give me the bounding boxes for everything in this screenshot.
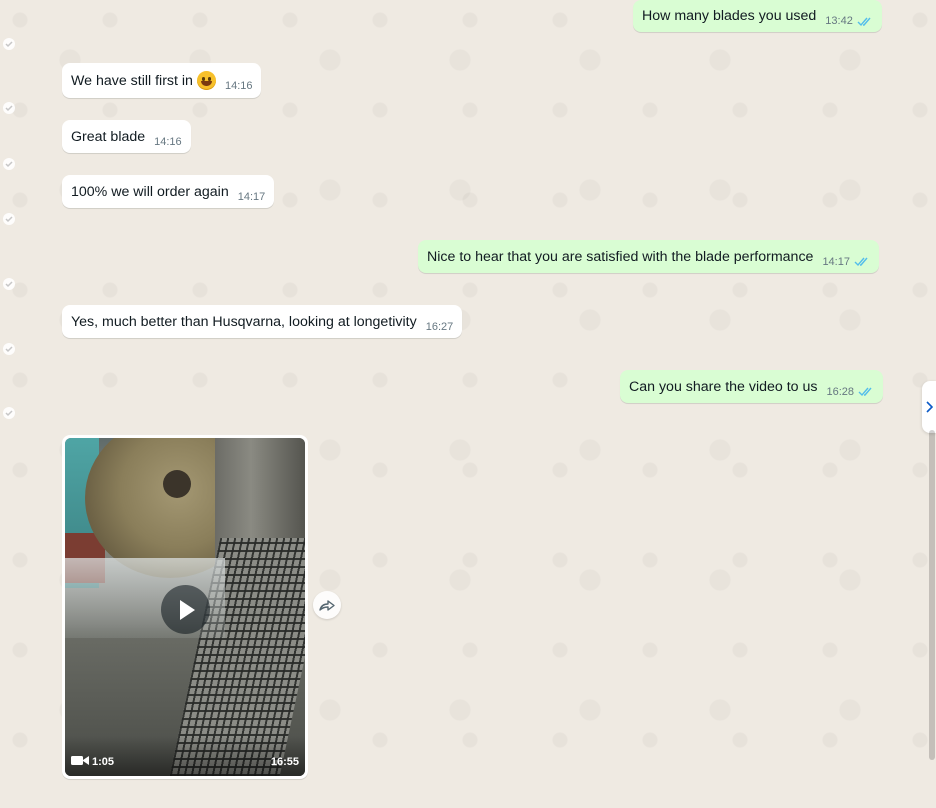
message-text: Can you share the video to us	[629, 378, 818, 395]
message-text: 100% we will order again	[71, 183, 229, 200]
message-time: 14:17	[822, 255, 850, 268]
message-text: Great blade	[71, 128, 146, 145]
video-thumbnail[interactable]: 1:05 16:55	[65, 438, 305, 776]
double-check-read-icon	[858, 387, 872, 397]
video-camera-icon	[71, 756, 89, 765]
double-check-read-icon	[854, 257, 868, 267]
message-bubble-outgoing[interactable]: Nice to hear that you are satisfied with…	[418, 240, 879, 273]
message-time: 14:17	[237, 190, 266, 203]
message-bubble-incoming[interactable]: We have still first in 14:16	[62, 63, 262, 98]
message-bubble-incoming[interactable]: Yes, much better than Husqvarna, looking…	[62, 305, 463, 338]
message-bubble-incoming[interactable]: 100% we will order again 14:17	[62, 175, 275, 208]
message-bubble-outgoing[interactable]: Can you share the video to us 16:28	[620, 370, 884, 403]
message-marker-icon	[3, 38, 15, 50]
side-panel-toggle[interactable]	[922, 381, 936, 433]
forward-icon	[319, 600, 335, 611]
message-marker-icon	[3, 158, 15, 170]
play-icon[interactable]	[161, 585, 210, 634]
message-text: Yes, much better than Husqvarna, looking…	[71, 313, 417, 330]
message-bubble-incoming[interactable]: Great blade 14:16	[62, 120, 191, 153]
message-time: 16:27	[425, 320, 454, 333]
message-marker-icon	[3, 343, 15, 355]
message-bubble-outgoing[interactable]: How many blades you used 13:42	[633, 0, 882, 32]
message-time: 14:16	[224, 79, 253, 92]
message-time: 16:55	[270, 756, 299, 768]
message-time: 13:42	[825, 15, 853, 27]
message-marker-icon	[3, 213, 15, 225]
message-time: 14:16	[154, 135, 182, 148]
chat-panel: How many blades you used 13:42 We have s…	[0, 0, 936, 808]
message-marker-icon	[3, 102, 15, 114]
message-marker-icon	[3, 278, 15, 290]
message-text: We have still first in	[71, 72, 193, 89]
message-time: 16:28	[826, 385, 855, 398]
forward-button[interactable]	[313, 591, 341, 619]
chevron-right-icon	[926, 401, 933, 413]
double-check-read-icon	[857, 17, 871, 26]
video-duration: 1:05	[92, 756, 115, 768]
message-text: Nice to hear that you are satisfied with…	[427, 248, 814, 265]
grinning-face-emoji-icon	[196, 71, 216, 90]
message-marker-icon	[3, 407, 15, 419]
scrollbar[interactable]	[929, 430, 935, 760]
message-text: How many blades you used	[642, 8, 817, 24]
video-message-bubble[interactable]: 1:05 16:55	[62, 435, 308, 779]
